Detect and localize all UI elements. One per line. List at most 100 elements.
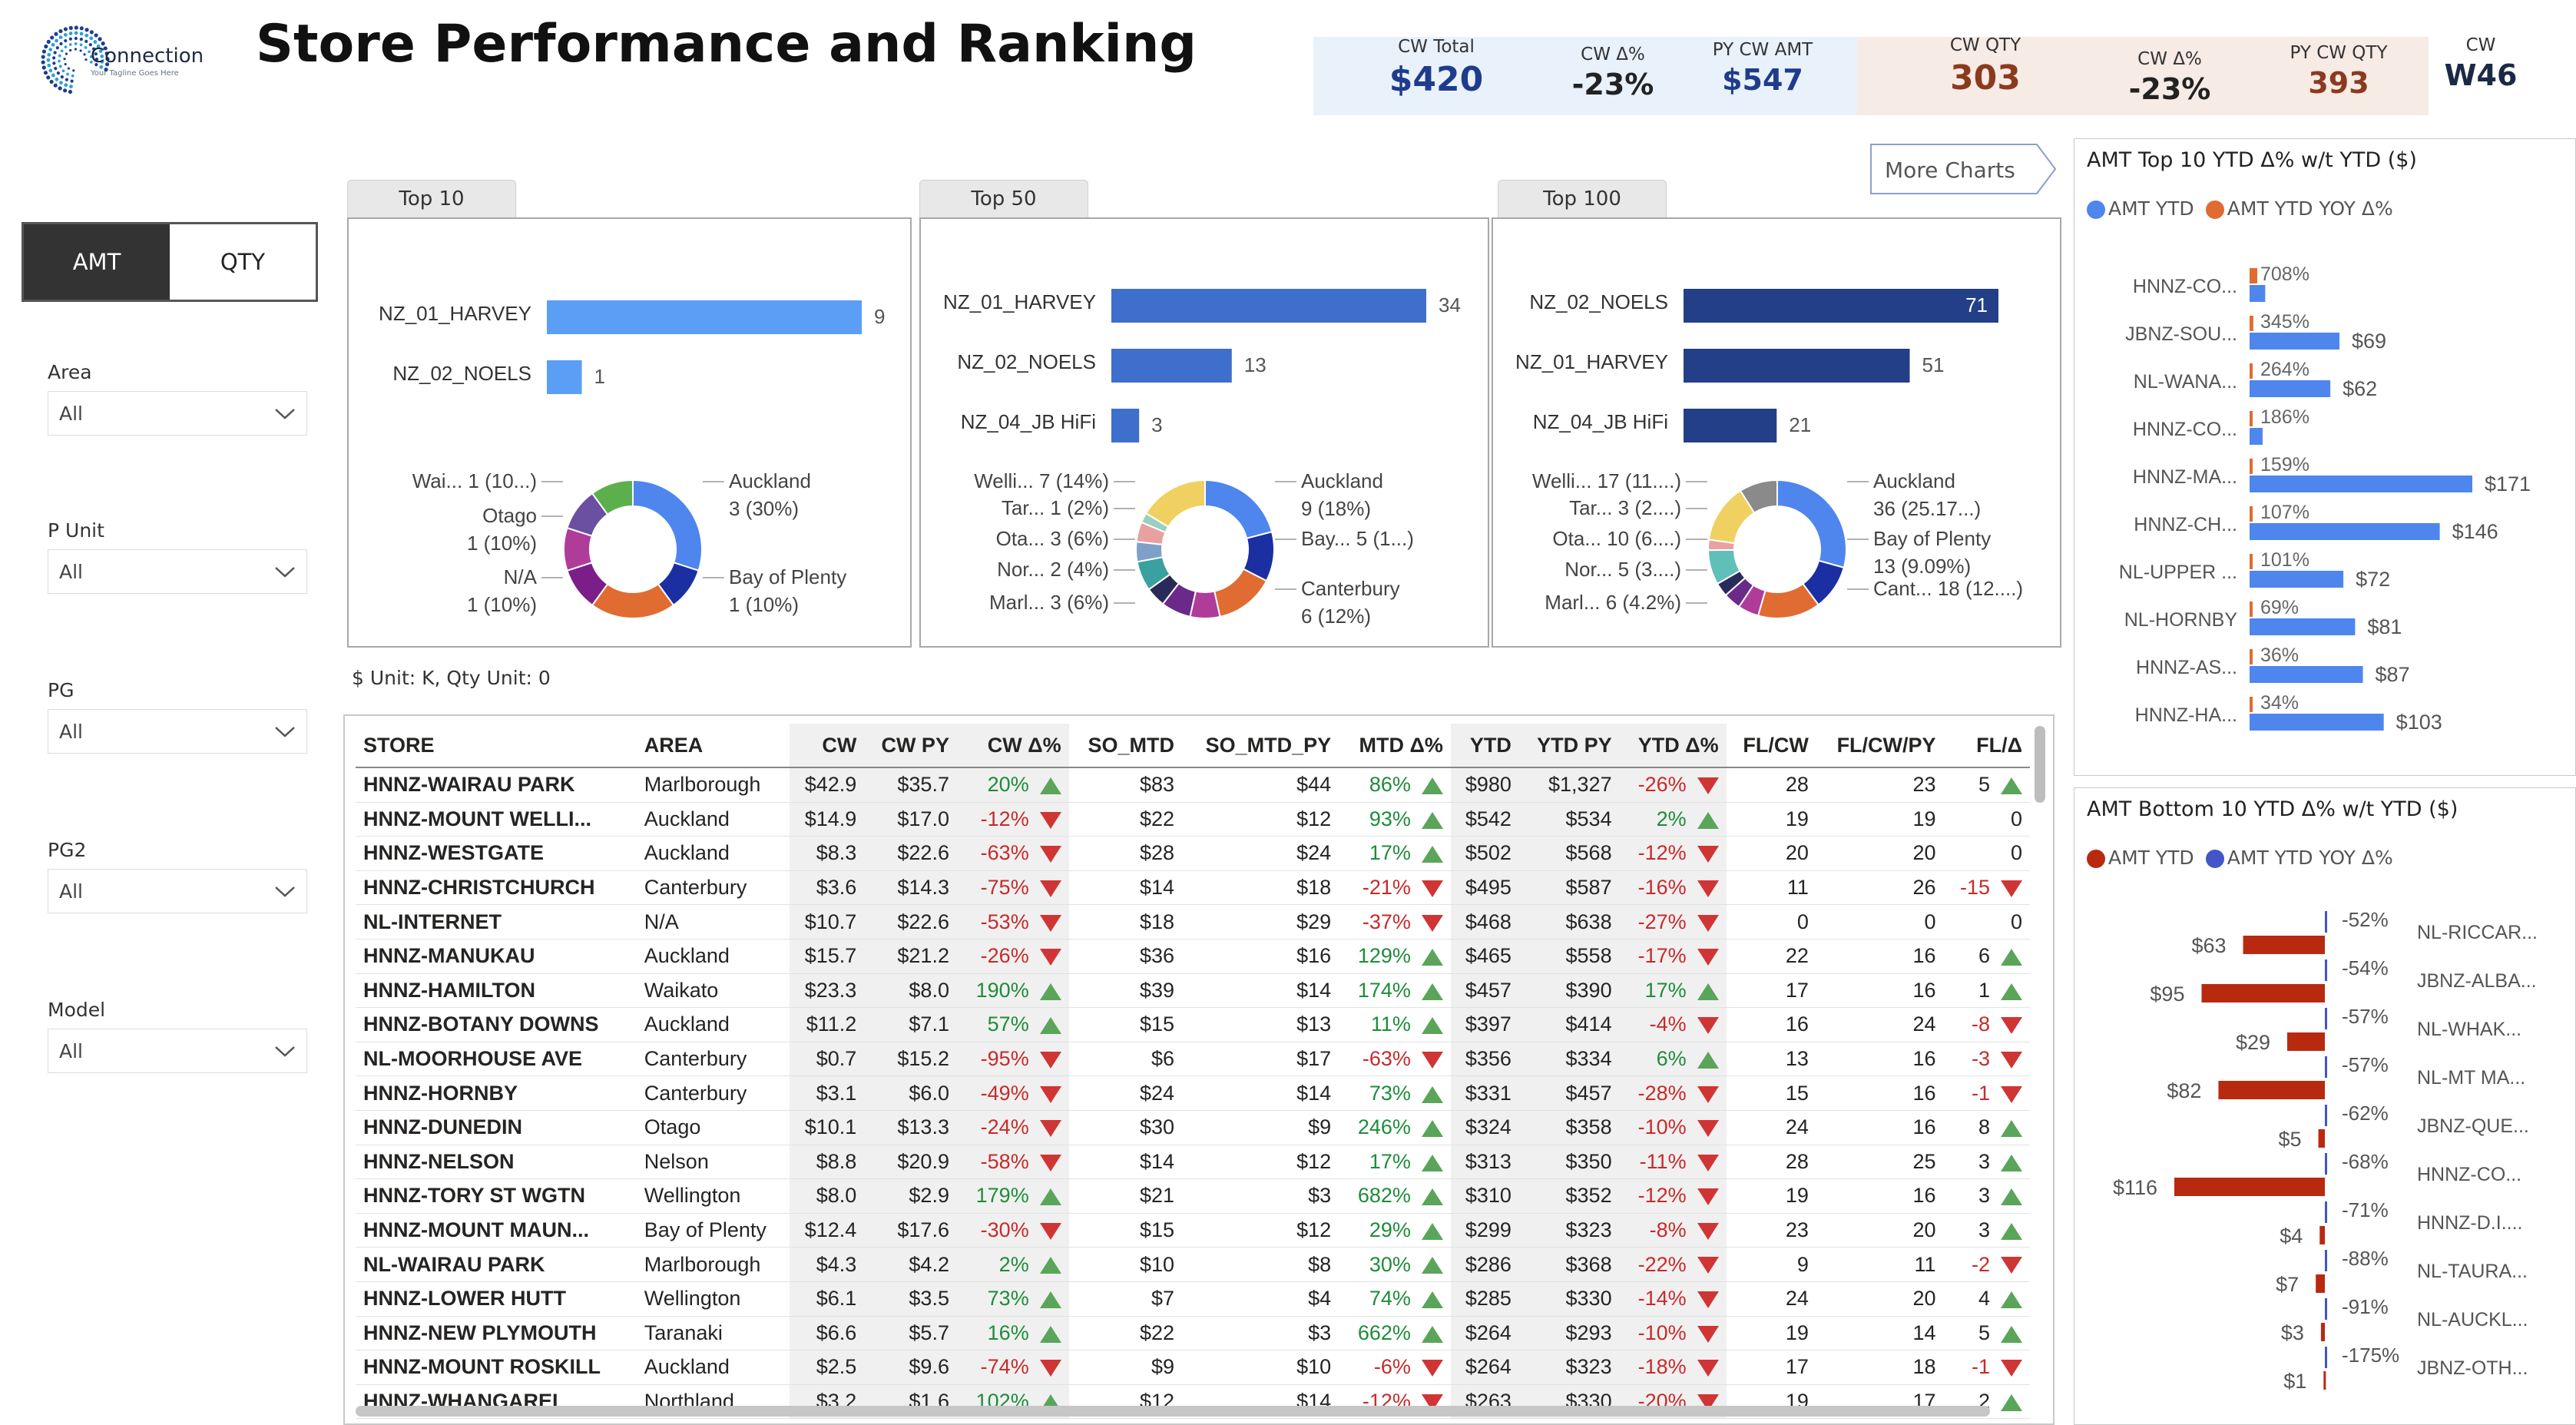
table-row[interactable]: HNNZ-TORY ST WGTN Wellington $8.0 $2.9 179% $… <box>356 1178 2030 1214</box>
column-header[interactable]: SO_MTD <box>1068 724 1183 768</box>
kpi-value: W46 <box>2444 58 2518 92</box>
pg-dropdown[interactable]: All <box>48 709 307 754</box>
table-row[interactable]: NL-MOORHOUSE AVE Canterbury $0.7 $15.2 -95% $… <box>356 1042 2030 1077</box>
table-row[interactable]: HNNZ-WESTGATE Auckland $8.3 $22.6 -63% $28 $24… <box>356 836 2030 871</box>
down-arrow-icon <box>1421 914 1443 932</box>
up-arrow-icon <box>2001 983 2022 1000</box>
column-header[interactable]: CW Δ% <box>956 724 1069 768</box>
ytd-bar <box>2250 618 2356 635</box>
pg2-dropdown[interactable]: All <box>48 869 307 913</box>
ytd-bar <box>2323 1371 2326 1390</box>
table-row[interactable]: HNNZ-WAIRAU PARK Marlborough $42.9 $35.7 20%… <box>356 767 2030 803</box>
logo-dot <box>83 53 86 56</box>
donut-label: Nor... 2 (4%) <box>997 558 1109 581</box>
category-label: JBNZ-OTH... <box>2417 1357 2528 1379</box>
donut-label: Auckland 9 (18%) <box>1301 469 1383 520</box>
table-row[interactable]: HNNZ-HORNBY Canterbury $3.1 $6.0 -49% $24 $14 7… <box>356 1075 2030 1111</box>
table-cell: 29% <box>1339 1213 1451 1248</box>
table-row[interactable]: HNNZ-MOUNT MAUN... Bay of Plenty $12.4 $17.… <box>356 1213 2030 1248</box>
yoy-bar <box>2325 1153 2327 1175</box>
column-header[interactable]: STORE <box>356 724 637 768</box>
legend-label: AMT YTD <box>2108 847 2194 869</box>
logo-dot <box>74 25 78 30</box>
donut-slice <box>1776 479 1847 569</box>
logo-dot <box>41 55 45 59</box>
kpi-value: -23% <box>2128 72 2211 106</box>
amt-toggle-button[interactable]: AMT <box>24 224 170 300</box>
table-row[interactable]: NL-INTERNET N/A $10.7 $22.6 -53% $18 $29 -37% $4… <box>356 904 2030 940</box>
donut-label: Welli... 7 (14%) <box>974 469 1109 492</box>
column-header[interactable]: MTD Δ% <box>1339 724 1451 768</box>
column-header[interactable]: FL/Δ <box>1943 724 2030 768</box>
ytd-label: $7 <box>2276 1273 2299 1296</box>
table-row[interactable]: HNNZ-LOWER HUTT Wellington $6.1 $3.5 73% $7 $4… <box>356 1281 2030 1317</box>
table-horizontal-scrollbar[interactable] <box>356 1406 1990 1417</box>
tab-top-10[interactable]: Top 10 <box>347 180 516 217</box>
table-cell: 16% <box>956 1316 1069 1351</box>
table-row[interactable]: NL-WAIRAU PARK Marlborough $4.3 $4.2 2% $10 $8… <box>356 1247 2030 1282</box>
column-header[interactable]: YTD <box>1450 724 1519 768</box>
table-row[interactable]: HNNZ-MOUNT ROSKILL Auckland $2.5 $9.6 -74% $9… <box>356 1350 2030 1385</box>
down-arrow-icon <box>1697 1154 1719 1171</box>
table-row[interactable]: HNNZ-NELSON Nelson $8.8 $20.9 -58% $14 $12 17% $… <box>356 1145 2030 1180</box>
ytd-bar <box>2250 333 2340 350</box>
store-table[interactable]: STORE AREA CW CW PY CW Δ% SO_MTD SO_MTD_PY MTD … <box>343 714 2055 1425</box>
tab-top-50[interactable]: Top 50 <box>919 180 1088 217</box>
table-cell: Waikato <box>636 973 790 1009</box>
table-cell: 1 <box>1943 973 2030 1009</box>
legend-item: AMT YTD <box>2087 847 2194 869</box>
area-dropdown[interactable]: All <box>48 391 307 436</box>
table-vertical-scrollbar[interactable] <box>2035 726 2045 803</box>
kpi-label: PY CW AMT <box>1712 40 1813 60</box>
table-row[interactable]: HNNZ-BOTANY DOWNS Auckland $11.2 $7.1 57% $15… <box>356 1007 2030 1042</box>
logo-dot <box>56 71 60 75</box>
yoy-label: 101% <box>2260 549 2309 571</box>
logo-dot <box>63 33 68 37</box>
measure-toggle[interactable]: AMT QTY <box>22 222 318 302</box>
table-cell: -74% <box>956 1350 1069 1385</box>
table-cell: $15 <box>1068 1213 1183 1248</box>
table-cell: Auckland <box>636 836 790 871</box>
up-arrow-icon <box>1697 1051 1719 1069</box>
column-header[interactable]: YTD Δ% <box>1619 724 1727 768</box>
logo-dot <box>48 68 53 73</box>
table-cell: $293 <box>1518 1316 1620 1351</box>
ytd-bar <box>2243 936 2325 954</box>
table-cell: $324 <box>1450 1110 1519 1145</box>
ytd-label: $146 <box>2452 520 2498 543</box>
table-cell: -14% <box>1619 1281 1727 1317</box>
column-header[interactable]: FL/CW/PY <box>1816 724 1944 768</box>
table-cell: 23 <box>1816 767 1944 803</box>
page-title: Store Performance and Ranking <box>256 14 1197 75</box>
table-row[interactable]: HNNZ-CHRISTCHURCH Canterbury $3.6 $14.3 -75%… <box>356 870 2030 906</box>
tab-top-100[interactable]: Top 100 <box>1498 180 1667 217</box>
table-row[interactable]: HNNZ-MOUNT WELLI... Auckland $14.9 $17.0 -12… <box>356 802 2030 837</box>
up-arrow-icon <box>2001 1325 2022 1343</box>
table-row[interactable]: HNNZ-HAMILTON Waikato $23.3 $8.0 190% $39 $14 1… <box>356 973 2030 1009</box>
yoy-label: 107% <box>2260 502 2309 523</box>
column-header[interactable]: CW <box>789 724 865 768</box>
top-50-chart: NZ_01_HARVEY 34 NZ_02_NOELS 13 NZ_04_JB HiFi… <box>943 289 1461 628</box>
table-cell: 20% <box>956 767 1069 803</box>
up-arrow-icon <box>1421 983 1443 1000</box>
table-row[interactable]: HNNZ-MANUKAU Auckland $15.7 $21.2 -26% $36 $16… <box>356 939 2030 974</box>
logo-dot <box>94 33 98 38</box>
yoy-bar <box>2250 411 2253 426</box>
column-header[interactable]: FL/CW <box>1726 724 1816 768</box>
table-row[interactable]: HNNZ-NEW PLYMOUTH Taranaki $6.6 $5.7 16% $22 $… <box>356 1316 2030 1351</box>
qty-toggle-button[interactable]: QTY <box>170 224 316 300</box>
model-dropdown[interactable]: All <box>48 1029 307 1073</box>
table-row[interactable]: HNNZ-DUNEDIN Otago $10.1 $13.3 -24% $30 $9 246%… <box>356 1110 2030 1145</box>
up-arrow-icon <box>1421 1120 1443 1138</box>
column-header[interactable]: SO_MTD_PY <box>1182 724 1339 768</box>
column-header[interactable]: CW PY <box>864 724 957 768</box>
donut-slice <box>1204 479 1273 540</box>
down-arrow-icon <box>2001 1051 2022 1069</box>
column-header[interactable]: AREA <box>636 724 790 768</box>
donut-label: Wai... 1 (10...) <box>412 469 537 492</box>
more-charts-button[interactable]: More Charts <box>1869 143 2058 195</box>
bar-label: NZ_01_HARVEY <box>943 290 1096 313</box>
down-arrow-icon <box>1039 1222 1061 1240</box>
p-unit-dropdown[interactable]: All <box>48 549 307 594</box>
column-header[interactable]: YTD PY <box>1518 724 1620 768</box>
